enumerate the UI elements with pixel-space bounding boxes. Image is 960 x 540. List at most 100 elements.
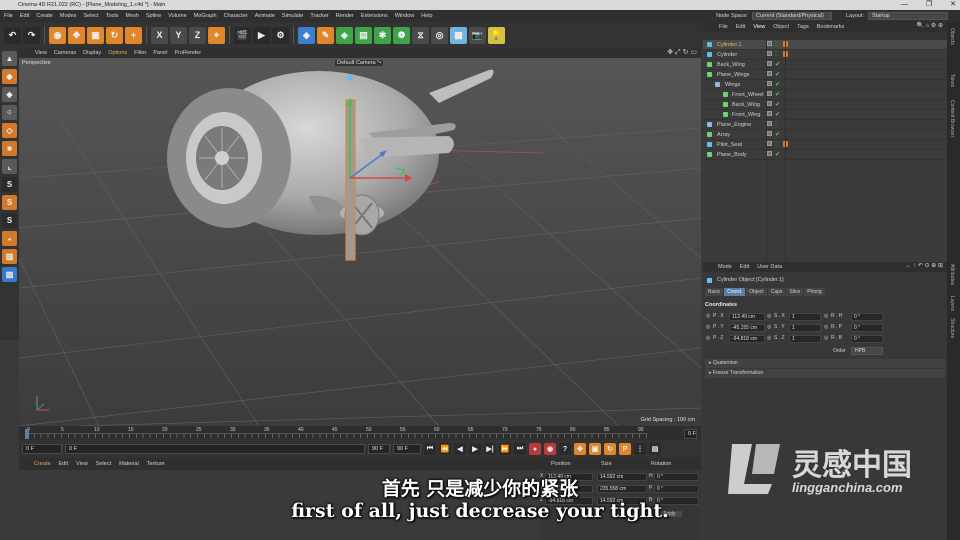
attr-s-y[interactable]: 1 <box>789 324 821 332</box>
keyframe-dot-icon[interactable]: ◎ <box>824 335 828 341</box>
attr-menu-mode[interactable]: Mode <box>718 264 732 270</box>
node-space-select[interactable]: Current (Standard/Physical) <box>751 12 832 20</box>
obj-menu-tags[interactable]: Tags <box>797 24 809 30</box>
layer-checkbox[interactable] <box>767 91 772 96</box>
menu-mograph[interactable]: MoGraph <box>194 13 217 19</box>
menu-create[interactable]: Create <box>36 13 53 19</box>
menu-mesh[interactable]: Mesh <box>126 13 139 19</box>
menu-tracker[interactable]: Tracker <box>310 13 328 19</box>
timeline-ruler[interactable]: 0 5 10 15 20 25 30 35 40 45 50 55 60 65 … <box>19 426 701 440</box>
y-axis-lock-icon[interactable]: Y <box>170 26 187 44</box>
attr-menu-user-data[interactable]: User Data <box>757 264 782 270</box>
object-row[interactable]: Front_Wing ✔ <box>703 110 947 120</box>
attr-r-b[interactable]: 0 ° <box>851 335 883 343</box>
mat-menu-edit[interactable]: Edit <box>59 461 68 467</box>
polygons-mode-icon[interactable]: ■ <box>2 141 17 156</box>
make-editable-icon[interactable]: ▲ <box>2 51 17 66</box>
layer-checkbox[interactable] <box>767 61 772 66</box>
keyframe-dot-icon[interactable]: ◎ <box>706 324 710 330</box>
enabled-check-icon[interactable]: ✔ <box>775 150 780 160</box>
attr-p-y[interactable]: -45.155 cm <box>729 324 765 332</box>
floor-icon[interactable]: ▦ <box>450 26 467 44</box>
obj-menu-edit[interactable]: Edit <box>736 24 745 30</box>
texture-mode-icon[interactable]: ◈ <box>2 87 17 102</box>
side-tab-content-browser[interactable]: Content Browser <box>949 100 955 137</box>
snap-icon[interactable]: S <box>2 177 17 192</box>
object-row[interactable]: Pilot_Seat ⁚ <box>703 140 947 150</box>
tab-coord[interactable]: Coord. <box>724 288 746 296</box>
rotate-tool-icon[interactable]: ↻ <box>106 26 123 44</box>
menu-render[interactable]: Render <box>336 13 354 19</box>
object-name[interactable]: Plane_Engine <box>717 120 751 130</box>
quantize-icon[interactable]: S <box>2 213 17 228</box>
camera-label[interactable]: Default Camera °• <box>335 60 384 66</box>
next-key-icon[interactable]: ⏩ <box>499 443 511 455</box>
current-frame-field[interactable]: 0 F <box>22 444 62 454</box>
object-name[interactable]: Pilot_Seat <box>717 140 742 150</box>
viewport-menu-display[interactable]: Display <box>83 50 101 56</box>
viewport-menu-cameras[interactable]: Cameras <box>54 50 76 56</box>
cylinder-top-handle[interactable] <box>347 75 353 81</box>
coordinate-system-icon[interactable]: ⌖ <box>208 26 225 44</box>
key-scale-icon[interactable]: ▣ <box>589 443 601 455</box>
pen-spline-icon[interactable]: ✎ <box>317 26 334 44</box>
obj-menu-file[interactable]: File <box>719 24 728 30</box>
side-tab-layers[interactable]: Layers <box>949 296 955 311</box>
attr-p-z[interactable]: -94.818 cm <box>729 335 765 343</box>
menu-spline[interactable]: Spline <box>146 13 161 19</box>
tab-phong[interactable]: Phong <box>804 288 825 296</box>
field-icon[interactable]: ◎ <box>431 26 448 44</box>
viewport-menu-options[interactable]: Options <box>108 50 127 56</box>
layer-checkbox[interactable] <box>767 151 772 156</box>
obj-menu-bookmarks[interactable]: Bookmarks <box>817 24 845 30</box>
object-name[interactable]: Cylinder.1 <box>717 40 741 50</box>
keyframe-dot-icon[interactable]: ◎ <box>767 313 771 319</box>
move-tool-icon[interactable]: ✥ <box>68 26 85 44</box>
enabled-check-icon[interactable]: ✔ <box>775 70 780 80</box>
tab-caps[interactable]: Caps <box>767 288 786 296</box>
object-name[interactable]: Array <box>717 130 730 140</box>
next-frame-icon[interactable]: ▶| <box>484 443 496 455</box>
extrude-generator-icon[interactable]: ▤ <box>355 26 372 44</box>
side-tab-attributes[interactable]: Attributes <box>949 264 955 285</box>
transform-tool-icon[interactable]: + <box>125 26 142 44</box>
layer-checkbox[interactable] <box>767 41 772 46</box>
cloner-object-icon[interactable]: ❁ <box>393 26 410 44</box>
side-tab-objects[interactable]: Objects <box>949 28 955 45</box>
menu-modes[interactable]: Modes <box>60 13 77 19</box>
z-axis-lock-icon[interactable]: Z <box>189 26 206 44</box>
obj-menu-object[interactable]: Object <box>773 24 789 30</box>
render-picture-viewer-icon[interactable]: ▶ <box>253 26 270 44</box>
menu-window[interactable]: Window <box>395 13 415 19</box>
viewport-nav-icons[interactable]: ✥ ⤢ ↻ ▭ <box>667 48 697 57</box>
undo-icon[interactable]: ↶ <box>4 26 21 44</box>
play-icon[interactable]: ▶ <box>469 443 481 455</box>
mat-menu-select[interactable]: Select <box>96 461 111 467</box>
menu-tools[interactable]: Tools <box>106 13 119 19</box>
attr-menu-edit[interactable]: Edit <box>740 264 749 270</box>
planar-workplane-icon[interactable]: ▨ <box>2 267 17 282</box>
tab-slice[interactable]: Slice <box>786 288 804 296</box>
layout-select[interactable]: Startup <box>868 12 948 20</box>
object-row[interactable]: Back_Wing ✔ <box>703 100 947 110</box>
mat-menu-view[interactable]: View <box>76 461 88 467</box>
freeze-transformation-section[interactable]: ▸ Freeze Transformation <box>705 369 945 378</box>
record-icon[interactable]: ● <box>529 443 541 455</box>
key-pla-icon[interactable]: ⋮ <box>634 443 646 455</box>
layer-checkbox[interactable] <box>767 111 772 116</box>
object-name[interactable]: Back_Wing <box>717 60 745 70</box>
subdivision-icon[interactable]: ◈ <box>336 26 353 44</box>
mat-menu-material[interactable]: Material <box>119 461 139 467</box>
enabled-check-icon[interactable]: ✔ <box>775 90 780 100</box>
deformer-icon[interactable]: ⧖ <box>412 26 429 44</box>
menu-extensions[interactable]: Extensions <box>361 13 388 19</box>
object-row[interactable]: Plane_Body ✔ <box>703 150 947 160</box>
workplane-icon[interactable]: ◒ <box>2 231 17 246</box>
points-mode-icon[interactable]: ⁘ <box>2 105 17 120</box>
close-button[interactable]: ✕ <box>950 0 956 10</box>
menu-character[interactable]: Character <box>224 13 248 19</box>
keyframe-dot-icon[interactable]: ◎ <box>767 335 771 341</box>
menu-select[interactable]: Select <box>83 13 98 19</box>
go-to-start-icon[interactable]: ⏮ <box>424 443 436 455</box>
tab-object[interactable]: Object <box>746 288 767 296</box>
